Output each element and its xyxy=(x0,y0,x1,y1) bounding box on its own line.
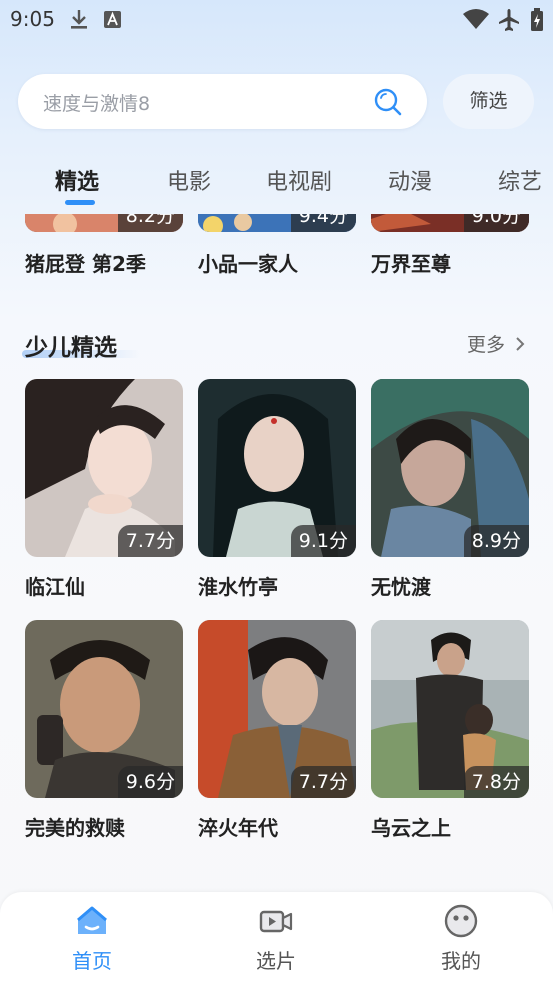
poster-image: 9.6分 xyxy=(25,620,183,798)
nav-browse-label: 选片 xyxy=(256,949,296,973)
video-card[interactable]: 9.4分 小品一家人 xyxy=(198,214,356,276)
search-icon[interactable] xyxy=(373,87,403,121)
card-title: 淬火年代 xyxy=(198,816,278,840)
nav-profile[interactable]: 我的 xyxy=(401,892,521,984)
section-title: 少儿精选 xyxy=(25,335,117,361)
profile-icon xyxy=(444,904,478,942)
tab-anime[interactable]: 动漫 xyxy=(388,164,432,196)
rating-badge: 9.1分 xyxy=(290,525,356,557)
status-time: 9:05 xyxy=(10,7,55,31)
card-title: 万界至尊 xyxy=(371,252,451,276)
poster-image: 7.7分 xyxy=(198,620,356,798)
search-placeholder: 速度与激情8 xyxy=(43,93,151,115)
rating-badge: 8.2分 xyxy=(117,214,183,232)
video-card[interactable]: 8.9分 无忧渡 xyxy=(371,379,529,599)
rating-badge: 7.7分 xyxy=(117,525,183,557)
card-title: 乌云之上 xyxy=(371,816,451,840)
poster-image: 7.8分 xyxy=(371,620,529,798)
font-app-icon xyxy=(103,8,123,34)
rating-badge: 7.8分 xyxy=(463,766,529,798)
tab-variety[interactable]: 综艺 xyxy=(498,164,542,196)
chevron-right-icon xyxy=(515,335,525,357)
download-icon xyxy=(68,8,90,34)
video-card[interactable]: 8.2分 猪屁登 第2季 xyxy=(25,214,183,276)
card-title: 无忧渡 xyxy=(371,575,431,599)
home-icon xyxy=(75,904,109,942)
poster-image: 7.7分 xyxy=(25,379,183,557)
video-card[interactable]: 9.0分 万界至尊 xyxy=(371,214,529,276)
card-title: 淮水竹亭 xyxy=(198,575,278,599)
content-feed: 8.2分 猪屁登 第2季 9.4分 小品一家人 9.0分 万界至尊 少儿精选 更… xyxy=(0,214,553,894)
poster-image: 9.0分 xyxy=(371,214,529,232)
card-title: 小品一家人 xyxy=(198,252,298,276)
airplane-mode-icon xyxy=(497,8,521,36)
tab-active-indicator xyxy=(65,200,95,205)
rating-badge: 8.9分 xyxy=(463,525,529,557)
tab-tv-series[interactable]: 电视剧 xyxy=(266,164,332,196)
card-title: 猪屁登 第2季 xyxy=(25,252,146,276)
tab-featured[interactable]: 精选 xyxy=(55,164,99,196)
tab-movies[interactable]: 电影 xyxy=(167,164,211,196)
filter-button[interactable]: 筛选 xyxy=(443,74,534,129)
battery-icon xyxy=(530,8,544,36)
video-icon xyxy=(259,904,293,942)
rating-badge: 7.7分 xyxy=(290,766,356,798)
search-input[interactable]: 速度与激情8 xyxy=(18,74,427,129)
nav-home[interactable]: 首页 xyxy=(32,892,152,984)
rating-badge: 9.4分 xyxy=(290,214,356,232)
video-card[interactable]: 9.1分 淮水竹亭 xyxy=(198,379,356,599)
poster-image: 8.2分 xyxy=(25,214,183,232)
poster-image: 9.4分 xyxy=(198,214,356,232)
wifi-icon xyxy=(462,8,490,34)
more-label: 更多 xyxy=(466,334,505,356)
nav-browse[interactable]: 选片 xyxy=(216,892,336,984)
video-card[interactable]: 7.8分 乌云之上 xyxy=(371,620,529,840)
card-title: 临江仙 xyxy=(25,575,85,599)
nav-profile-label: 我的 xyxy=(441,949,481,973)
more-link[interactable]: 更多 xyxy=(467,330,525,357)
nav-home-label: 首页 xyxy=(72,949,112,973)
poster-image: 8.9分 xyxy=(371,379,529,557)
rating-badge: 9.0分 xyxy=(463,214,529,232)
video-card[interactable]: 9.6分 完美的救赎 xyxy=(25,620,183,840)
video-card[interactable]: 7.7分 淬火年代 xyxy=(198,620,356,840)
poster-image: 9.1分 xyxy=(198,379,356,557)
rating-badge: 9.6分 xyxy=(117,766,183,798)
status-bar: 9:05 xyxy=(0,0,553,40)
video-card[interactable]: 7.7分 临江仙 xyxy=(25,379,183,599)
bottom-navigation: 首页 选片 我的 xyxy=(0,892,553,984)
card-title: 完美的救赎 xyxy=(25,816,125,840)
